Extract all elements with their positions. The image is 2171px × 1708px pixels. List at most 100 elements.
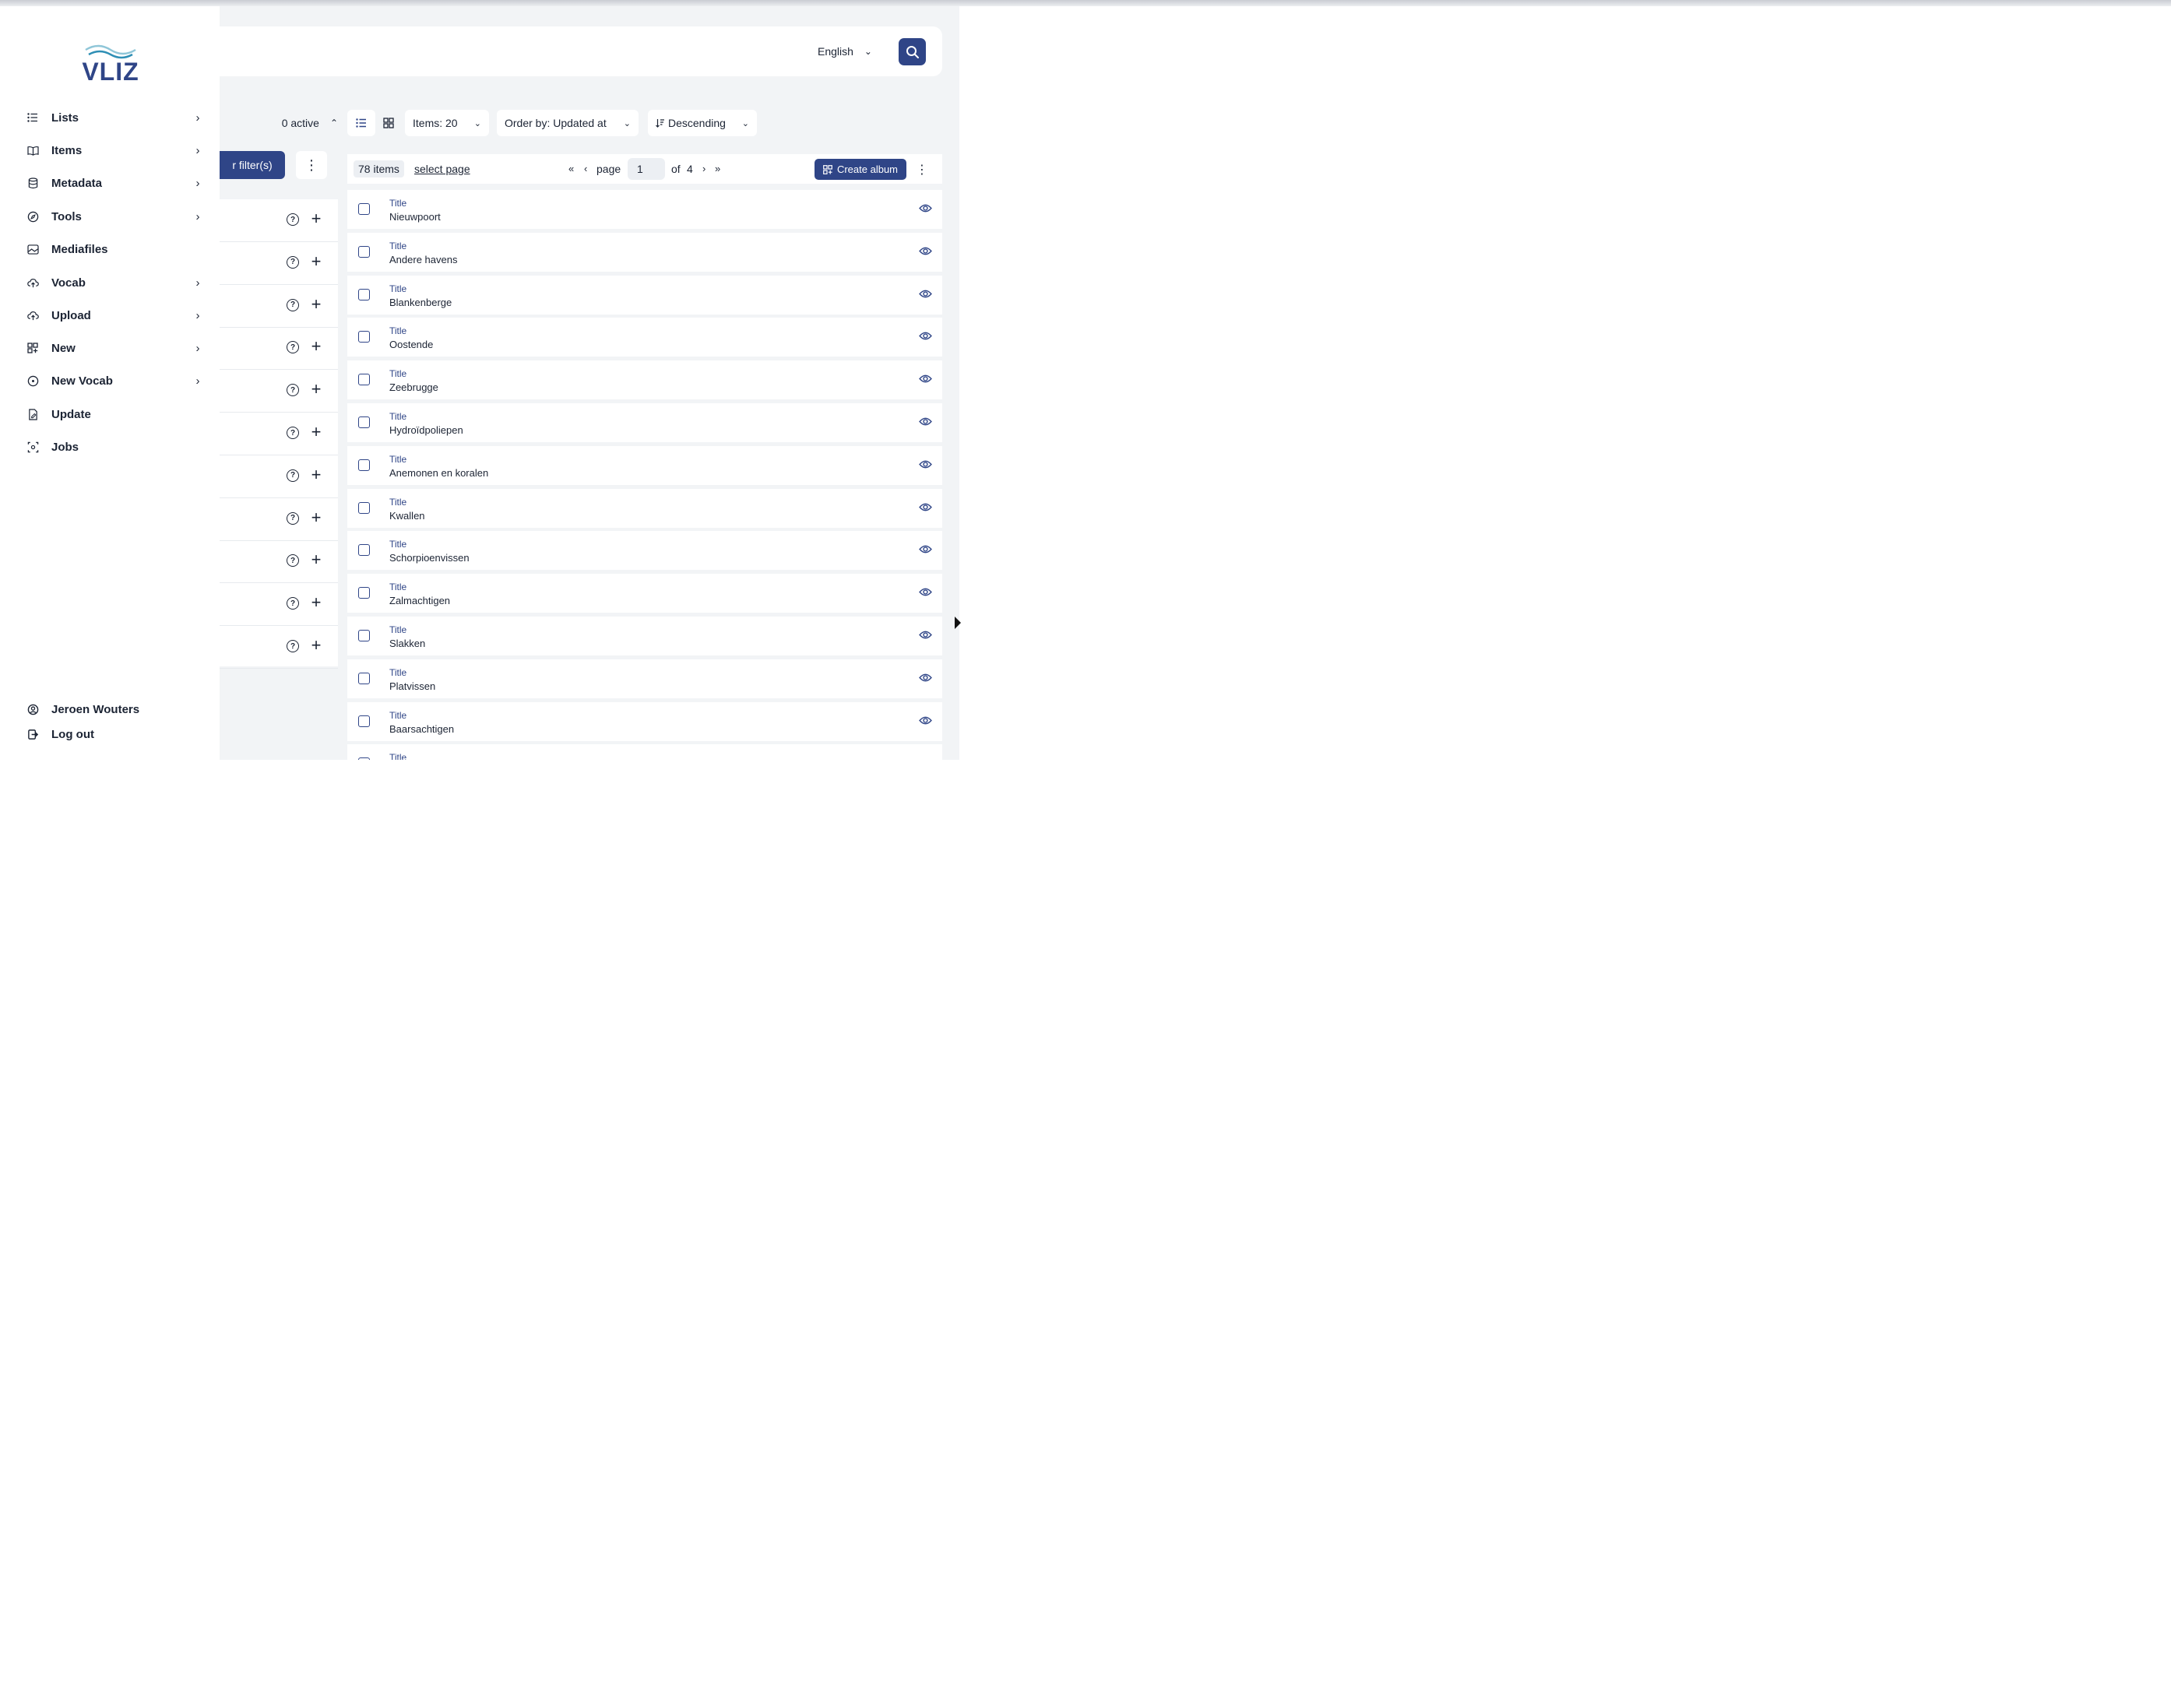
row-checkbox[interactable] [358, 288, 370, 300]
last-page-icon[interactable]: » [715, 159, 720, 179]
item-title[interactable]: Hydroïdpoliepen [389, 424, 463, 436]
row-checkbox[interactable] [358, 672, 370, 684]
add-filter-plus-icon[interactable]: + [308, 422, 324, 442]
eye-icon[interactable] [919, 416, 932, 431]
eye-icon[interactable] [919, 502, 932, 516]
eye-icon[interactable] [919, 203, 932, 217]
list-item[interactable]: Title Andere havens [347, 232, 942, 272]
row-checkbox[interactable] [358, 374, 370, 386]
grid-view-button[interactable] [375, 110, 402, 136]
item-title[interactable]: Andere havens [389, 254, 457, 265]
item-title[interactable]: Blankenberge [389, 297, 452, 308]
row-checkbox[interactable] [358, 416, 370, 428]
row-checkbox[interactable] [358, 501, 370, 514]
user-menu-item[interactable]: Jeroen Wouters [26, 698, 202, 721]
list-item[interactable]: Title Anemonen en koralen [347, 445, 942, 485]
list-item[interactable]: Title Nieuwpoort [347, 190, 942, 229]
row-checkbox[interactable] [358, 245, 370, 258]
vliz-logo[interactable]: VLIZ [78, 44, 143, 87]
page-number-input[interactable]: 1 [628, 158, 665, 180]
help-icon[interactable]: ? [287, 511, 299, 525]
sidebar-item-new[interactable]: New › [26, 336, 202, 360]
add-filter-plus-icon[interactable]: + [308, 550, 324, 570]
next-page-icon[interactable]: › [702, 159, 705, 179]
row-checkbox[interactable] [358, 544, 370, 557]
item-title[interactable]: Nieuwpoort [389, 211, 441, 223]
eye-icon[interactable] [919, 715, 932, 729]
item-title[interactable]: Schorpioenvissen [389, 552, 470, 564]
list-item[interactable]: Title Oostende [347, 318, 942, 357]
help-icon[interactable]: ? [287, 213, 299, 226]
list-view-button[interactable] [347, 110, 375, 136]
add-filter-plus-icon[interactable]: + [308, 465, 324, 485]
eye-icon[interactable] [919, 246, 932, 260]
add-filter-plus-icon[interactable]: + [308, 379, 324, 399]
add-filter-plus-icon[interactable]: + [308, 592, 324, 613]
help-icon[interactable]: ? [287, 469, 299, 482]
eye-icon[interactable] [919, 374, 932, 388]
search-button[interactable] [899, 38, 926, 65]
item-title[interactable]: Slakken [389, 638, 425, 649]
item-title[interactable]: Baarsachtigen [389, 723, 454, 735]
list-item[interactable]: Title Platvissen [347, 659, 942, 698]
add-filter-plus-icon[interactable]: + [308, 635, 324, 655]
row-checkbox[interactable] [358, 459, 370, 471]
item-title[interactable]: Zeebrugge [389, 381, 438, 393]
sidebar-item-tools[interactable]: Tools › [26, 205, 202, 228]
list-item[interactable]: Title Zalmachtigen [347, 574, 942, 613]
help-icon[interactable]: ? [287, 255, 299, 269]
prev-page-icon[interactable]: ‹ [584, 159, 587, 179]
sidebar-item-items[interactable]: Items › [26, 139, 202, 162]
sort-direction-select[interactable]: Descending ⌄ [648, 110, 757, 136]
eye-icon[interactable] [919, 459, 932, 473]
select-page-link[interactable]: select page [414, 160, 470, 177]
sidebar-item-jobs[interactable]: Jobs [26, 435, 202, 459]
help-icon[interactable]: ? [287, 341, 299, 354]
item-title[interactable]: Oostende [389, 339, 433, 350]
eye-icon[interactable] [919, 673, 932, 687]
row-checkbox[interactable] [358, 715, 370, 727]
list-options-kebab-icon[interactable]: ⋮ [910, 159, 934, 180]
logout-item[interactable]: Log out [26, 722, 202, 746]
add-filter-plus-icon[interactable]: + [308, 508, 324, 528]
sidebar-item-mediafiles[interactable]: Mediafiles [26, 237, 202, 261]
language-select[interactable]: English ⌄ [818, 37, 889, 65]
sidebar-item-new-vocab[interactable]: New Vocab › [26, 369, 202, 392]
eye-icon[interactable] [919, 587, 932, 601]
row-checkbox[interactable] [358, 757, 370, 760]
help-icon[interactable]: ? [287, 384, 299, 397]
item-title[interactable]: Zalmachtigen [389, 595, 450, 606]
apply-filters-button[interactable]: r filter(s) [220, 151, 285, 179]
filters-toggle[interactable]: 0 active ⌃ [220, 109, 338, 137]
add-filter-plus-icon[interactable]: + [308, 294, 324, 315]
help-icon[interactable]: ? [287, 597, 299, 610]
items-per-page-select[interactable]: Items: 20 ⌄ [405, 110, 489, 136]
sidebar-item-vocab[interactable]: Vocab › [26, 271, 202, 294]
help-icon[interactable]: ? [287, 298, 299, 311]
item-title[interactable]: Anemonen en koralen [389, 467, 488, 479]
eye-icon[interactable] [919, 289, 932, 303]
row-checkbox[interactable] [358, 331, 370, 343]
create-album-button[interactable]: Create album [815, 159, 906, 180]
first-page-icon[interactable]: « [568, 159, 574, 179]
order-by-select[interactable]: Order by: Updated at ⌄ [497, 110, 639, 136]
list-item[interactable]: Title Hydroïdpoliepen [347, 403, 942, 442]
sidebar-item-upload[interactable]: Upload › [26, 304, 202, 327]
eye-icon[interactable] [919, 544, 932, 558]
help-icon[interactable]: ? [287, 554, 299, 568]
list-item[interactable]: Title [347, 744, 942, 760]
add-filter-plus-icon[interactable]: + [308, 209, 324, 229]
list-item[interactable]: Title Schorpioenvissen [347, 531, 942, 571]
item-title[interactable]: Platvissen [389, 680, 435, 692]
add-filter-plus-icon[interactable]: + [308, 336, 324, 357]
row-checkbox[interactable] [358, 587, 370, 599]
list-item[interactable]: Title Zeebrugge [347, 360, 942, 400]
eye-icon[interactable] [919, 630, 932, 644]
sidebar-item-update[interactable]: Update [26, 402, 202, 426]
row-checkbox[interactable] [358, 203, 370, 215]
sidebar-item-lists[interactable]: Lists › [26, 106, 202, 129]
row-checkbox[interactable] [358, 630, 370, 641]
list-item[interactable]: Title Blankenberge [347, 275, 942, 315]
list-item[interactable]: Title Baarsachtigen [347, 701, 942, 741]
filter-options-kebab-icon[interactable]: ⋮ [296, 151, 327, 179]
